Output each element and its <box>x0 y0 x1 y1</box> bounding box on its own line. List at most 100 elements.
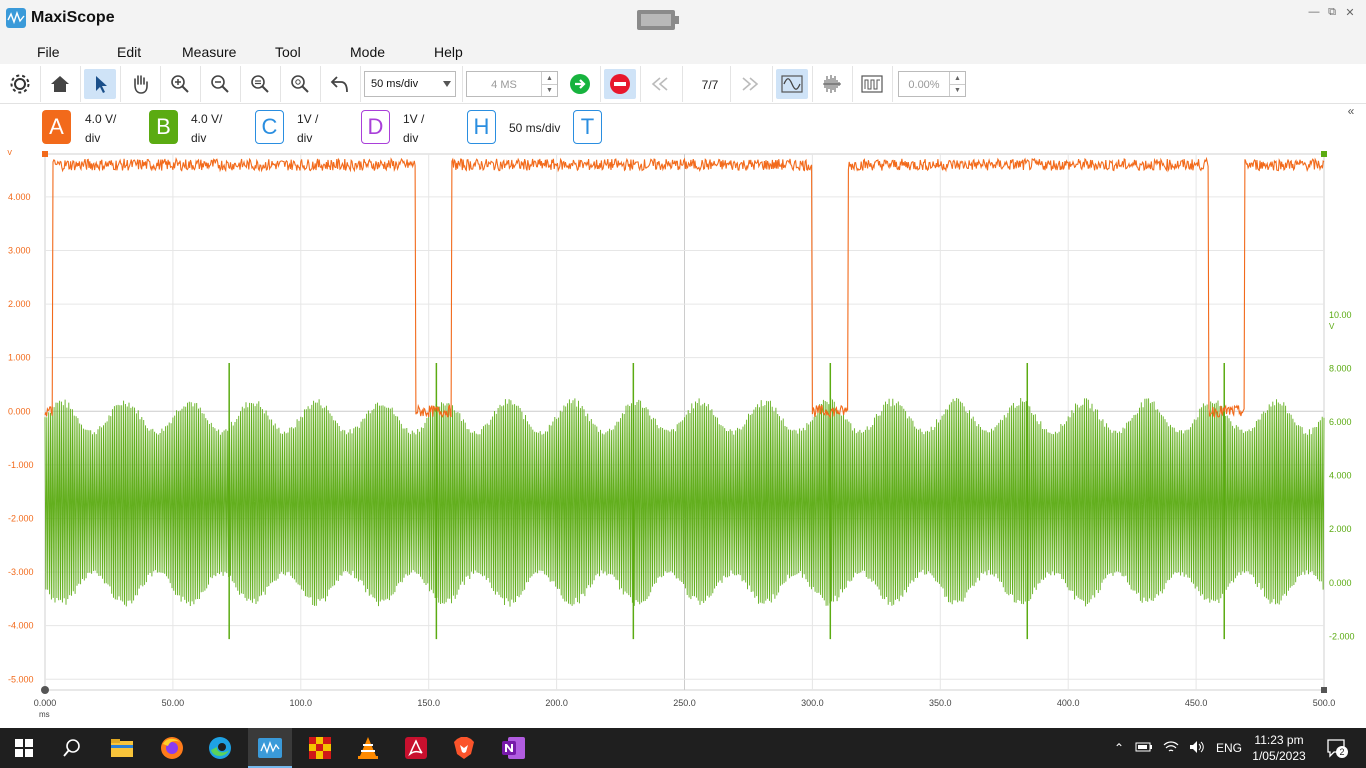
divider <box>600 66 601 102</box>
plot-svg[interactable]: 0.000 50.00 100.0 150.0 200.0 250.0 300.0 350.0… <box>0 148 1366 728</box>
channel-d-scale-value: 1V / <box>403 112 425 126</box>
x-tick-label: 400.0 <box>1057 698 1080 708</box>
channel-b-button[interactable]: B <box>149 110 178 144</box>
left-axis-tick-label: 2.000 <box>8 299 31 309</box>
channel-a-scale[interactable]: 4.0 V/ div <box>85 110 116 148</box>
app-title: MaxiScope <box>31 9 115 26</box>
trigger-position-stepper[interactable]: 0.00% ▲ ▼ <box>898 71 966 97</box>
divider <box>40 66 41 102</box>
spin-down-icon[interactable]: ▼ <box>542 84 557 96</box>
collapse-panel-icon[interactable]: « <box>1342 104 1360 118</box>
right-axis-tick-label: 6.000 <box>1329 417 1352 427</box>
divider <box>280 66 281 102</box>
x-tick-label: 200.0 <box>545 698 568 708</box>
x-tick-label: 500.0 <box>1313 698 1336 708</box>
menu-bar: File Edit Measure Tool Mode Help <box>0 38 1366 64</box>
timebase-value: 50 ms/div <box>371 78 419 90</box>
app-grid-icon[interactable] <box>306 734 334 762</box>
channel-d-scale[interactable]: 1V / div <box>403 110 424 148</box>
left-axis-tick-label: 4.000 <box>8 192 31 202</box>
brave-icon[interactable] <box>450 734 478 762</box>
minimize-icon[interactable]: — <box>1308 6 1320 19</box>
menu-tool[interactable]: Tool <box>275 44 301 60</box>
acrobat-icon[interactable] <box>402 734 430 762</box>
restore-icon[interactable]: ⧉ <box>1326 6 1338 19</box>
input-language[interactable]: ENG <box>1216 741 1242 755</box>
notifications-icon[interactable]: 2 <box>1326 738 1348 758</box>
spin-down-icon[interactable]: ▼ <box>950 84 965 96</box>
record-length-stepper[interactable]: 4 MS ▲ ▼ <box>466 71 558 97</box>
previous-page-icon[interactable] <box>644 69 676 99</box>
right-axis-tick-label: 4.000 <box>1329 471 1352 481</box>
x-tick-label: 300.0 <box>801 698 824 708</box>
volume-icon[interactable] <box>1189 740 1205 757</box>
x-tick-label: 100.0 <box>290 698 313 708</box>
x-tick-label: 450.0 <box>1185 698 1208 708</box>
waveform-view-icon[interactable] <box>776 69 808 99</box>
spin-up-icon[interactable]: ▲ <box>950 72 965 84</box>
left-axis-unit: V <box>7 150 13 157</box>
menu-measure[interactable]: Measure <box>182 44 236 60</box>
settings-gear-icon[interactable] <box>4 69 36 99</box>
channel-c-button[interactable]: C <box>255 110 284 144</box>
x-tick-label: 350.0 <box>929 698 952 708</box>
channel-a-scale-value: 4.0 V/ <box>85 112 117 126</box>
taskbar: ⌃ ENG 11:23 pm 1/05/2023 2 <box>0 728 1366 768</box>
horizontal-timebase-value[interactable]: 50 ms/div <box>509 119 560 138</box>
persistence-view-icon[interactable] <box>856 69 888 99</box>
timebase-select[interactable]: 50 ms/div <box>364 71 456 97</box>
file-explorer-icon[interactable] <box>108 734 136 762</box>
spectrum-view-icon[interactable] <box>816 69 848 99</box>
stop-capture-icon[interactable] <box>604 69 636 99</box>
zoom-in-icon[interactable] <box>164 69 196 99</box>
next-page-icon[interactable] <box>734 69 766 99</box>
oscilloscope-plot[interactable]: 0.000 50.00 100.0 150.0 200.0 250.0 300.0 350.0… <box>0 148 1366 728</box>
device-icon[interactable] <box>636 8 680 32</box>
menu-help[interactable]: Help <box>434 44 463 60</box>
undo-icon[interactable] <box>324 69 356 99</box>
channel-b-scale[interactable]: 4.0 V/ div <box>191 110 222 148</box>
maxiscope-taskbar-icon[interactable] <box>256 734 284 762</box>
firefox-icon[interactable] <box>158 734 186 762</box>
home-icon[interactable] <box>44 69 76 99</box>
edge-icon[interactable] <box>206 734 234 762</box>
onenote-icon[interactable] <box>500 734 528 762</box>
windows-start-icon[interactable] <box>10 734 38 762</box>
show-hidden-icons-chevron-icon[interactable]: ⌃ <box>1114 741 1124 755</box>
left-axis-tick-label: -4.000 <box>8 621 34 631</box>
clock-date: 1/05/2023 <box>1252 749 1306 763</box>
trigger-position-spin[interactable]: ▲ ▼ <box>949 72 965 96</box>
window-controls: — ⧉ ✕ <box>1308 6 1356 19</box>
menu-mode[interactable]: Mode <box>350 44 385 60</box>
divider <box>682 66 683 102</box>
right-axis-tick-label: 0.000 <box>1329 578 1352 588</box>
channel-bar: A 4.0 V/ div B 4.0 V/ div C 1V / div D 1… <box>0 104 1366 150</box>
trigger-button[interactable]: T <box>573 110 602 144</box>
battery-icon[interactable] <box>1135 741 1153 756</box>
record-length-spin[interactable]: ▲ ▼ <box>541 72 557 96</box>
pointer-tool-icon[interactable] <box>84 69 116 99</box>
channel-d-button[interactable]: D <box>361 110 390 144</box>
zoom-fit-icon[interactable] <box>244 69 276 99</box>
vlc-icon[interactable] <box>354 734 382 762</box>
zoom-100-icon[interactable] <box>284 69 316 99</box>
divider <box>320 66 321 102</box>
horizontal-timebase-button[interactable]: H <box>467 110 496 144</box>
divider <box>160 66 161 102</box>
divider <box>772 66 773 102</box>
divider <box>462 66 463 102</box>
close-icon[interactable]: ✕ <box>1344 6 1356 19</box>
spin-up-icon[interactable]: ▲ <box>542 72 557 84</box>
channel-c-scale[interactable]: 1V / div <box>297 110 318 148</box>
channel-a-button[interactable]: A <box>42 110 71 144</box>
right-axis-tick-label: 2.000 <box>1329 524 1352 534</box>
menu-edit[interactable]: Edit <box>117 44 141 60</box>
zoom-out-icon[interactable] <box>204 69 236 99</box>
pan-hand-icon[interactable] <box>124 69 156 99</box>
right-axis-tick-label: 10.00 <box>1329 310 1352 320</box>
system-clock[interactable]: 11:23 pm 1/05/2023 <box>1246 732 1312 764</box>
wifi-icon[interactable] <box>1163 740 1179 757</box>
menu-file[interactable]: File <box>37 44 60 60</box>
start-capture-icon[interactable] <box>564 69 596 99</box>
search-icon[interactable] <box>58 734 86 762</box>
